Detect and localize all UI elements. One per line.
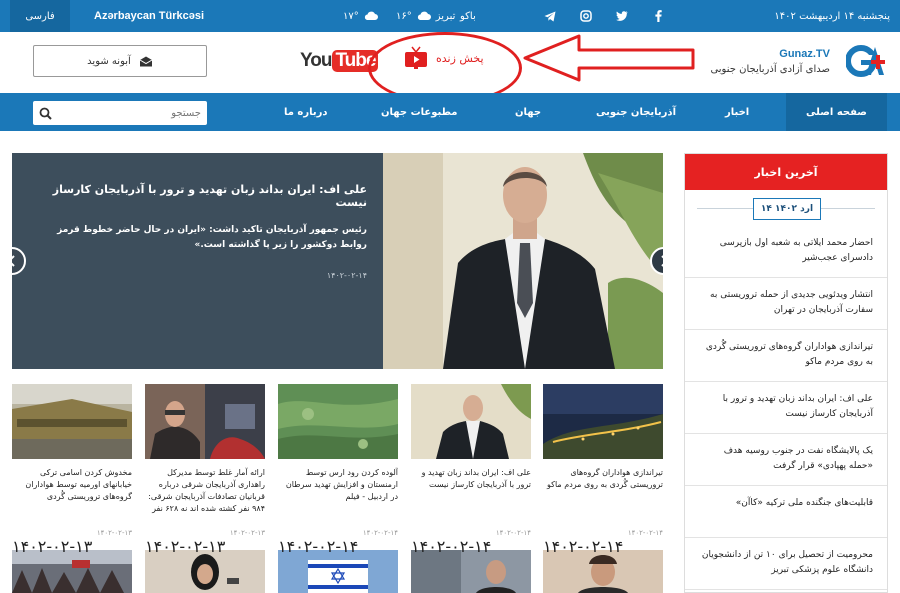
brand-name: Gunaz.TV <box>779 48 830 60</box>
news-thumbnail[interactable] <box>543 550 663 593</box>
nav-item-about[interactable]: درباره ما <box>284 93 328 131</box>
telegram-icon[interactable] <box>543 9 557 23</box>
latest-news-item[interactable]: قابلیت‌های جنگنده ملی ترکیه «کاآن» <box>685 486 887 538</box>
news-card[interactable]: آلوده کردن رود ارس توسط ارمنستان و افزای… <box>278 384 398 537</box>
youtube-you-text: You <box>300 50 333 71</box>
news-card-date: ۱۴۰۲-۰۲-۱۴ <box>411 537 492 556</box>
gunaz-logo[interactable] <box>846 44 888 78</box>
news-card-date: ۱۴۰۲-۰۲-۱۳ <box>12 537 93 556</box>
language-azeri-link[interactable]: Azərbaycan Türkcəsi <box>94 0 204 32</box>
live-stream-content: پخش زنده <box>404 46 484 70</box>
news-thumbnail[interactable] <box>12 550 132 593</box>
news-card[interactable]: علی اف: ایران بداند زبان تهدید و ترور با… <box>411 384 531 537</box>
news-card-title[interactable]: تیراندازی هواداران گروه‌های تروریستی گُر… <box>543 467 663 529</box>
news-thumbnail[interactable] <box>12 384 132 459</box>
red-annotation-arrow <box>523 34 695 82</box>
latest-news-item[interactable]: محرومیت از تحصیل برای ۱۰ تن از دانشجویان… <box>685 538 887 590</box>
subscribe-button[interactable]: آبونه شوید <box>33 45 207 77</box>
chevron-left-icon <box>12 255 15 267</box>
slide-date: ۱۴۰۲-۰۲-۱۴ <box>326 271 367 280</box>
news-thumbnail[interactable] <box>145 550 265 593</box>
weather-temp: ۱۶° <box>396 10 412 22</box>
latest-news-sidebar: آخرین اخبار ۱۴ ارد ۱۴۰۲ احضار محمد ایلات… <box>684 153 888 593</box>
news-card-title[interactable]: علی اف: ایران بداند زبان تهدید و ترور با… <box>411 467 531 529</box>
news-thumbnail[interactable] <box>543 384 663 459</box>
current-date: پنجشنبه ۱۴ اردیبهشت ۱۴۰۲ <box>774 10 890 22</box>
latest-news-item[interactable]: انتشار ویدئویی جدیدی از حمله تروریستی به… <box>685 278 887 330</box>
nav-item-news[interactable]: اخبار <box>725 93 749 131</box>
latest-news-item[interactable]: علی اف: ایران بداند زبان تهدید و ترور با… <box>685 382 887 434</box>
main-navigation: صفحه اصلی اخبار آذربایجان جنوبی جهان مطب… <box>0 93 900 131</box>
chevron-right-icon <box>661 255 663 267</box>
language-farsi-link[interactable]: فارسی <box>10 0 70 32</box>
weather-city: باکو <box>460 10 476 22</box>
latest-news-item[interactable]: احضار محمد ایلاتی به شعبه اول بازپرسی دا… <box>685 226 887 278</box>
slide-text-panel: علی اف: ایران بداند زبان تهدید و ترور با… <box>12 153 383 369</box>
news-card-date-row2: ۱۴۰۲-۰۲-۱۳ <box>145 537 265 556</box>
youtube-logo-link[interactable]: You Tube <box>300 50 379 72</box>
brand-block: Gunaz.TV صدای آزادی آذربایجان جنوبی <box>710 48 830 75</box>
top-bar: فارسی Azərbaycan Türkcəsi ۱۷° ۱۶° تبریز … <box>0 0 900 32</box>
weather-temp: ۱۷° <box>343 10 359 22</box>
news-card-date: ۱۴۰۲-۰۲-۱۳ <box>145 537 226 556</box>
search-icon[interactable] <box>39 107 52 120</box>
news-thumbnail[interactable] <box>278 550 398 593</box>
news-card-title[interactable]: مخدوش کردن اسامی ترکی خیابانهای اورمیه ت… <box>12 467 132 529</box>
news-thumbnail[interactable] <box>411 384 531 459</box>
news-card-date-row2: ۱۴۰۲-۰۲-۱۴ <box>543 537 663 556</box>
weather-item: ۱۶° تبریز <box>396 0 455 32</box>
latest-news-item[interactable]: تیراندازی هواداران گروه‌های تروریستی گُر… <box>685 330 887 382</box>
nav-item-home[interactable]: صفحه اصلی <box>786 93 887 131</box>
slide-photo[interactable] <box>383 153 663 369</box>
news-card-date: ۱۴۰۲-۰۲-۱۳ <box>229 529 265 537</box>
latest-news-item[interactable]: یک پالایشگاه نفت در جنوب روسیه هدف «حمله… <box>685 434 887 486</box>
envelope-icon <box>139 56 153 66</box>
site-header: آبونه شوید You Tube پخش زنده Gunaz.TV صد… <box>0 32 900 104</box>
weather-item: ۱۷° <box>343 0 383 32</box>
cloud-icon <box>364 11 378 20</box>
brand-tagline: صدای آزادی آذربایجان جنوبی <box>710 64 830 75</box>
slide-subtitle: رئیس جمهور آذربایجان تاکید داشت: «ایران … <box>57 225 367 250</box>
subscribe-label: آبونه شوید <box>87 55 131 67</box>
news-card[interactable]: ارائه آمار غلط توسط مدیرکل راهداری آذربا… <box>145 384 265 537</box>
latest-news-date-row: ۱۴ ارد ۱۴۰۲ <box>685 190 887 226</box>
nav-item-south-azerbaijan[interactable]: آذربایجان جنوبی <box>596 93 676 131</box>
latest-news-header: آخرین اخبار <box>685 154 887 190</box>
twitter-icon[interactable] <box>615 9 629 23</box>
news-card-date-row2: ۱۴۰۲-۰۲-۱۴ <box>278 537 398 556</box>
news-card-date: ۱۴۰۲-۰۲-۱۴ <box>362 529 398 537</box>
slide-title[interactable]: علی اف: ایران بداند زبان تهدید و ترور با… <box>42 183 367 209</box>
news-card-date: ۱۴۰۲-۰۲-۱۴ <box>627 529 663 537</box>
news-card-title[interactable]: آلوده کردن رود ارس توسط ارمنستان و افزای… <box>278 467 398 529</box>
news-card-date-row2: ۱۴۰۲-۰۲-۱۳ <box>12 537 132 556</box>
instagram-icon[interactable] <box>579 9 593 23</box>
news-thumbnail[interactable] <box>278 384 398 459</box>
news-card-date: ۱۴۰۲-۰۲-۱۴ <box>278 537 359 556</box>
tv-icon <box>405 46 427 69</box>
news-card[interactable]: مخدوش کردن اسامی ترکی خیابانهای اورمیه ت… <box>12 384 132 537</box>
news-thumbnail[interactable] <box>411 550 531 593</box>
news-card-date: ۱۴۰۲-۰۲-۱۴ <box>543 537 624 556</box>
nav-item-world[interactable]: جهان <box>515 93 541 131</box>
weather-city: تبریز <box>435 10 456 22</box>
nav-item-world-press[interactable]: مطبوعات جهان <box>381 93 458 131</box>
news-card-date: ۱۴۰۲-۰۲-۱۴ <box>495 529 531 537</box>
news-thumbnail[interactable] <box>145 384 265 459</box>
live-stream-label: پخش زنده <box>436 51 484 65</box>
cloud-icon <box>417 11 431 20</box>
search-box <box>33 101 207 125</box>
news-card-date: ۱۴۰۲-۰۲-۱۳ <box>96 529 132 537</box>
latest-news-date: ۱۴ ارد ۱۴۰۲ <box>753 198 821 220</box>
news-card-date-row2: ۱۴۰۲-۰۲-۱۴ <box>411 537 531 556</box>
search-input[interactable] <box>61 107 201 119</box>
facebook-icon[interactable] <box>651 9 665 23</box>
weather-item: باکو <box>456 0 476 32</box>
language-farsi-label: فارسی <box>25 10 55 22</box>
news-card-title[interactable]: ارائه آمار غلط توسط مدیرکل راهداری آذربا… <box>145 467 265 529</box>
featured-slider[interactable]: علی اف: ایران بداند زبان تهدید و ترور با… <box>12 153 663 369</box>
news-card[interactable]: تیراندازی هواداران گروه‌های تروریستی گُر… <box>543 384 663 537</box>
